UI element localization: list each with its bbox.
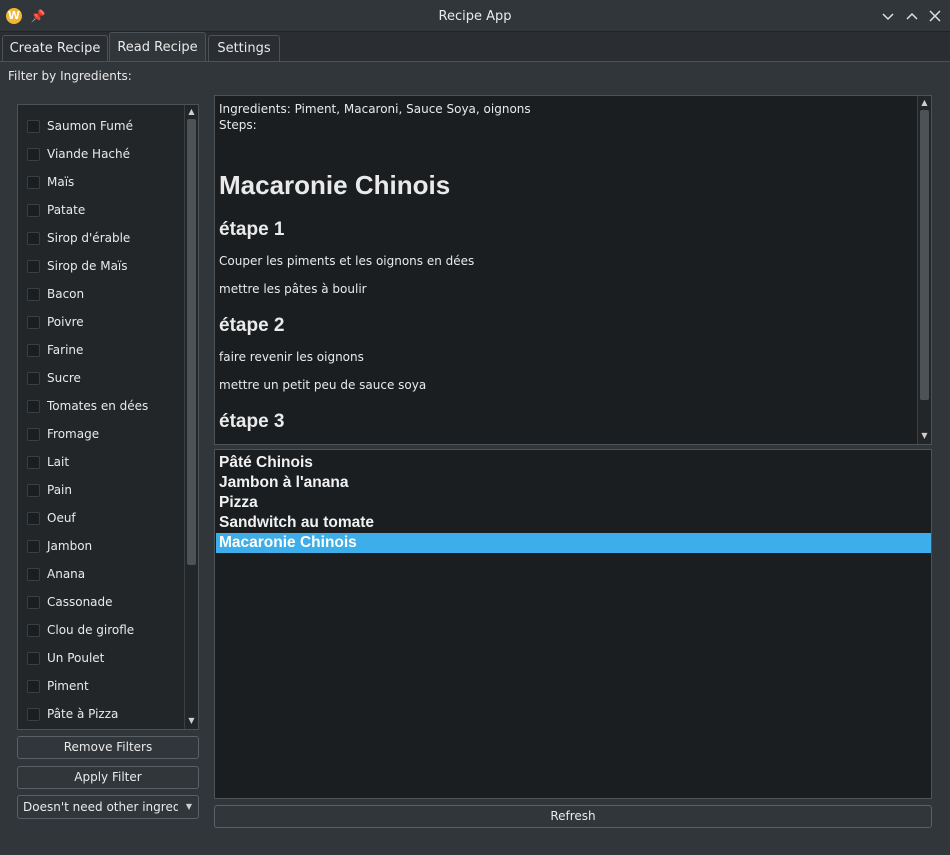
checkbox[interactable] [27, 232, 40, 245]
ingredient-label: Jambon [47, 539, 93, 553]
checkbox[interactable] [27, 596, 40, 609]
scroll-thumb[interactable] [920, 110, 929, 400]
scroll-down-icon[interactable]: ▼ [185, 715, 198, 727]
step-line: mettre un petit peu de sauce soya [219, 378, 427, 392]
chevron-up-icon [906, 12, 918, 20]
minimize-button[interactable] [880, 8, 896, 24]
checkbox[interactable] [27, 456, 40, 469]
step-line: Couper les piments et les oignons en dée… [219, 254, 475, 268]
ingredient-label: Bacon [47, 287, 85, 301]
scroll-up-icon[interactable]: ▲ [185, 106, 198, 118]
recipe-list-item[interactable]: Pâté Chinois [216, 453, 931, 473]
ingredient-label: Un Poulet [47, 651, 105, 665]
checkbox[interactable] [27, 344, 40, 357]
ingredient-label: Oeuf [47, 511, 76, 525]
ingredient-label: Saumon Fumé [47, 119, 133, 133]
apply-filter-button[interactable]: Apply Filter [17, 766, 199, 789]
chevron-down-icon: ▼ [185, 802, 192, 811]
title-bar: W 📌 Recipe App [0, 0, 950, 32]
recipe-ingredients: Ingredients: Piment, Macaroni, Sauce Soy… [219, 102, 531, 116]
checkbox[interactable] [27, 624, 40, 637]
checkbox[interactable] [27, 652, 40, 665]
step-heading: étape 2 [219, 315, 285, 336]
step-line: faire revenir les oignons [219, 350, 364, 364]
ingredient-items: Saumon Fumé Viande Haché Maïs Patate Sirop d… [18, 105, 184, 729]
recipe-list: Pâté Chinois Jambon à l'anana Pizza Sandwit… [214, 449, 932, 799]
close-icon [929, 10, 941, 22]
checkbox[interactable] [27, 372, 40, 385]
scroll-thumb[interactable] [187, 119, 196, 565]
checkbox[interactable] [27, 288, 40, 301]
ingredient-label: Maïs [47, 175, 75, 189]
checkbox[interactable] [27, 708, 40, 721]
ingredient-label: Poivre [47, 315, 84, 329]
tab-create-recipe[interactable]: Create Recipe [2, 35, 108, 62]
ingredient-label: Piment [47, 679, 89, 693]
checkbox[interactable] [27, 148, 40, 161]
recipe-title: Macaronie Chinois [219, 170, 451, 200]
ingredient-label: Patate [47, 203, 86, 217]
tab-bar: Create Recipe Read Recipe Settings [0, 32, 950, 62]
checkbox[interactable] [27, 428, 40, 441]
checkbox[interactable] [27, 400, 40, 413]
tab-read-recipe[interactable]: Read Recipe [109, 32, 206, 62]
recipe-content: Ingredients: Piment, Macaroni, Sauce Soy… [219, 101, 914, 439]
ingredient-label: Lait [47, 455, 70, 469]
recipe-list-item[interactable]: Jambon à l'anana [216, 473, 931, 493]
checkbox[interactable] [27, 680, 40, 693]
ingredient-label: Clou de girofle [47, 623, 135, 637]
recipe-viewer: Ingredients: Piment, Macaroni, Sauce Soy… [214, 95, 932, 445]
step-heading: étape 1 [219, 219, 285, 240]
ingredient-label: Sucre [47, 371, 81, 385]
recipe-list-item[interactable]: Macaronie Chinois [216, 533, 931, 553]
ingredient-label: Viande Haché [47, 147, 131, 161]
checkbox[interactable] [27, 540, 40, 553]
ingredient-label: Farine [47, 343, 84, 357]
chevron-down-icon [882, 13, 894, 21]
recipe-list-item[interactable]: Sandwitch au tomate [216, 513, 931, 533]
checkbox[interactable] [27, 512, 40, 525]
close-button[interactable] [927, 8, 943, 24]
checkbox[interactable] [27, 568, 40, 581]
recipe-list-item[interactable]: Pizza [216, 493, 931, 513]
remove-filters-button[interactable]: Remove Filters [17, 736, 199, 759]
ingredient-label: Fromage [47, 427, 100, 441]
checkbox[interactable] [27, 484, 40, 497]
maximize-button[interactable] [904, 8, 920, 24]
recipe-scrollbar[interactable]: ▲ ▼ [917, 96, 931, 444]
checkbox[interactable] [27, 204, 40, 217]
filter-mode-value: Doesn't need other ingredients [23, 800, 178, 814]
ingredient-label: Sirop de Maïs [47, 259, 128, 273]
step-line: mettre les pâtes à boulir [219, 282, 367, 296]
checkbox[interactable] [27, 176, 40, 189]
window-title: Recipe App [438, 9, 512, 24]
filter-label: Filter by Ingredients: [8, 69, 132, 83]
filter-mode-select[interactable]: Doesn't need other ingredients ▼ [17, 795, 199, 819]
ingredient-filter-list: Saumon Fumé Viande Haché Maïs Patate Sirop d… [17, 104, 199, 730]
ingredient-scrollbar[interactable]: ▲ ▼ [184, 105, 198, 729]
ingredient-label: Sirop d'érable [47, 231, 131, 245]
ingredient-label: Pâte à Pizza [47, 707, 119, 721]
read-recipe-pane: Filter by Ingredients: Saumon Fumé Viande… [0, 61, 950, 855]
checkbox[interactable] [27, 260, 40, 273]
ingredient-label: Anana [47, 567, 86, 581]
ingredient-label: Pain [47, 483, 72, 497]
ingredient-label: Tomates en dées [47, 399, 149, 413]
refresh-button[interactable]: Refresh [214, 805, 932, 828]
scroll-down-icon[interactable]: ▼ [918, 430, 931, 442]
checkbox[interactable] [27, 120, 40, 133]
recipe-steps-label: Steps: [219, 118, 257, 132]
ingredient-label: Cassonade [47, 595, 113, 609]
checkbox[interactable] [27, 316, 40, 329]
step-heading: étape 3 [219, 411, 285, 432]
scroll-up-icon[interactable]: ▲ [918, 97, 931, 109]
tab-settings[interactable]: Settings [208, 35, 280, 62]
